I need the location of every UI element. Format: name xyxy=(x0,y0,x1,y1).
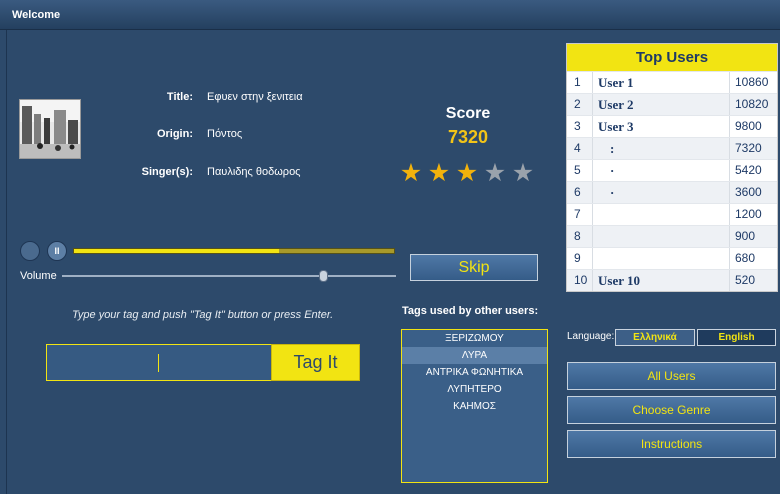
table-row: 6 · 3600 xyxy=(567,181,777,203)
rank-cell: 9 xyxy=(567,248,593,269)
other-tags-list[interactable]: ΞΕΡΙΖΩΜΟΥ ΛΥΡΑ ΑΝΤΡΙΚΑ ΦΩΝΗΤΙΚΑ ΛΥΠΗΤΕΡΟ… xyxy=(401,329,548,483)
skip-button[interactable]: Skip xyxy=(410,254,538,281)
title-label: Title: xyxy=(166,91,193,103)
rank-cell: 2 xyxy=(567,94,593,115)
user-name-cell xyxy=(593,204,730,225)
table-row: 3 User 3 9800 xyxy=(567,115,777,137)
user-name-cell: User 3 xyxy=(593,116,730,137)
origin-value: Πόντος xyxy=(207,128,243,140)
singer-value: Παυλιδης θοδωρος xyxy=(207,166,301,178)
tag-item[interactable]: ΛΥΡΑ xyxy=(402,347,547,364)
points-cell: 680 xyxy=(735,251,756,265)
tag-item[interactable]: ΞΕΡΙΖΩΜΟΥ xyxy=(402,330,547,347)
volume-slider-knob[interactable] xyxy=(319,270,328,282)
text-caret xyxy=(158,354,159,372)
rank-cell: 3 xyxy=(567,116,593,137)
play-button[interactable] xyxy=(20,241,40,261)
top-users-table: Top Users 1 User 1 10860 2 User 2 10820 … xyxy=(566,43,778,292)
table-row: 7 1200 xyxy=(567,203,777,225)
instructions-button[interactable]: Instructions xyxy=(567,430,776,458)
rank-cell: 4 xyxy=(567,138,593,159)
table-row: 9 680 xyxy=(567,247,777,269)
tag-input[interactable] xyxy=(46,344,272,381)
points-cell: 10820 xyxy=(735,97,769,111)
user-name-cell xyxy=(593,226,730,247)
user-name-cell: · xyxy=(593,160,730,181)
rank-cell: 1 xyxy=(567,72,593,93)
table-row: 4 : 7320 xyxy=(567,137,777,159)
star-icon: ★ xyxy=(427,159,451,187)
all-users-button[interactable]: All Users xyxy=(567,362,776,390)
pause-icon: II xyxy=(54,246,60,256)
user-name-cell: User 10 xyxy=(593,270,730,291)
score-value: 7320 xyxy=(447,127,489,147)
table-row: 2 User 2 10820 xyxy=(567,93,777,115)
user-name-cell: · xyxy=(593,182,730,203)
table-row: 8 900 xyxy=(567,225,777,247)
user-name-cell: : xyxy=(593,138,730,159)
points-cell: 5420 xyxy=(735,163,762,177)
star-icon: ★ xyxy=(483,159,507,187)
playback-progress-fill xyxy=(74,249,279,253)
rank-cell: 8 xyxy=(567,226,593,247)
volume-label: Volume xyxy=(20,270,57,282)
user-name-cell: User 2 xyxy=(593,94,730,115)
points-cell: 9800 xyxy=(735,119,762,133)
points-cell: 1200 xyxy=(735,207,762,221)
window-titlebar: Welcome xyxy=(0,0,780,30)
tag-instructions: Type your tag and push "Tag It" button o… xyxy=(72,309,334,321)
star-icon: ★ xyxy=(455,159,479,187)
tag-item[interactable]: ΑΝΤΡΙΚΑ ΦΩΝΗΤΙΚΑ xyxy=(402,364,547,381)
title-value: Εφυεν στην ξενιτεια xyxy=(207,91,303,103)
language-english-button[interactable]: English xyxy=(697,329,776,346)
user-name-cell: User 1 xyxy=(593,72,730,93)
table-row: 10 User 10 520 xyxy=(567,269,777,291)
table-row: 1 User 1 10860 xyxy=(567,71,777,93)
window-title: Welcome xyxy=(12,9,61,21)
frame-edge xyxy=(6,30,7,494)
playback-progress-bar[interactable] xyxy=(73,248,395,254)
points-cell: 900 xyxy=(735,229,756,243)
rank-cell: 5 xyxy=(567,160,593,181)
other-tags-title: Tags used by other users: xyxy=(402,305,539,317)
tag-it-button[interactable]: Tag It xyxy=(271,344,360,381)
volume-slider-track[interactable] xyxy=(62,275,396,277)
points-cell: 3600 xyxy=(735,185,762,199)
choose-genre-button[interactable]: Choose Genre xyxy=(567,396,776,424)
points-cell: 7320 xyxy=(735,141,762,155)
points-cell: 10860 xyxy=(735,75,769,89)
score-label: Score xyxy=(445,105,491,122)
star-icon: ★ xyxy=(399,159,423,187)
score-stars: ★ ★ ★ ★ ★ xyxy=(399,161,535,186)
rank-cell: 6 xyxy=(567,182,593,203)
user-name-cell xyxy=(593,248,730,269)
singer-label: Singer(s): xyxy=(141,166,193,178)
language-label: Language: xyxy=(567,331,615,342)
origin-label: Origin: xyxy=(156,128,193,140)
rank-cell: 10 xyxy=(567,270,593,291)
top-users-title: Top Users xyxy=(567,44,777,71)
language-greek-button[interactable]: Ελληνικά xyxy=(615,329,695,346)
tag-item[interactable]: ΛΥΠΗΤΕΡΟ xyxy=(402,381,547,398)
pause-button[interactable]: II xyxy=(47,241,67,261)
tag-item[interactable]: ΚΑΗΜΟΣ xyxy=(402,398,547,415)
rank-cell: 7 xyxy=(567,204,593,225)
table-row: 5 · 5420 xyxy=(567,159,777,181)
points-cell: 520 xyxy=(735,273,756,287)
star-icon: ★ xyxy=(511,159,535,187)
